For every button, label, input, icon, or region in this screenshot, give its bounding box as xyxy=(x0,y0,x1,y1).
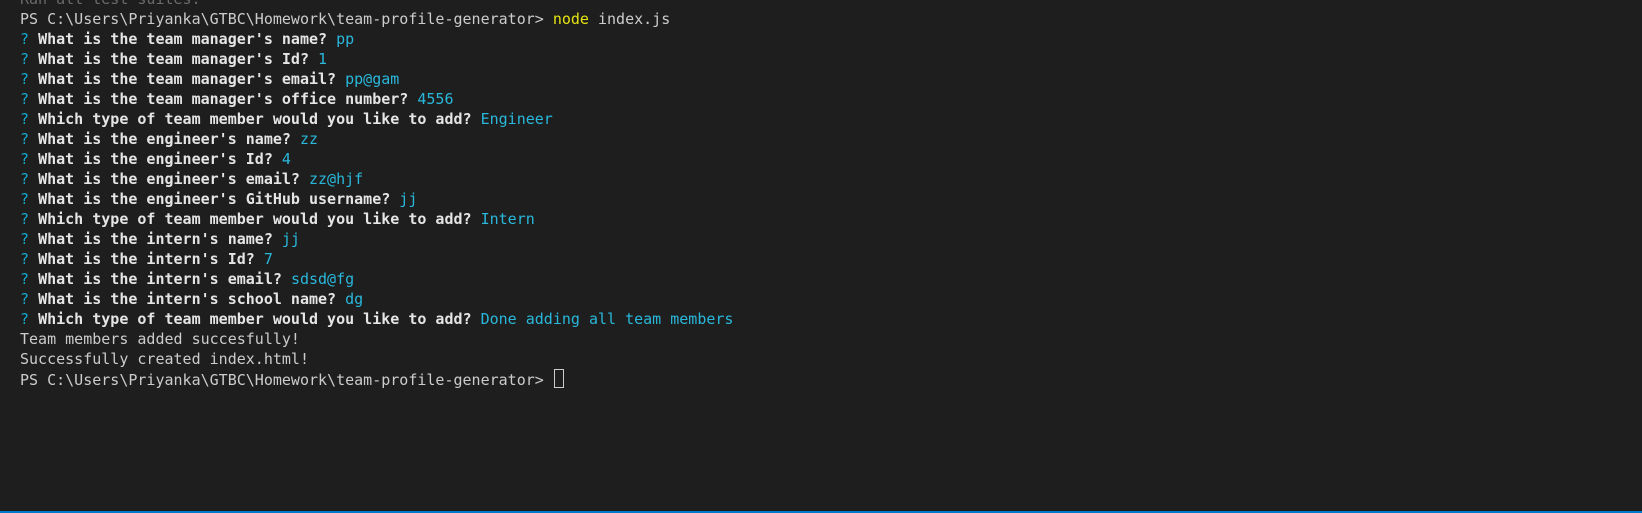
question-mark-icon: ? xyxy=(20,130,30,148)
prompt-answer: Done adding all team members xyxy=(480,310,734,328)
question-mark-icon: ? xyxy=(20,230,30,248)
prompt-answer: 7 xyxy=(263,250,273,268)
prompt-answer: pp xyxy=(336,30,355,48)
prompt-question: What is the intern's Id? xyxy=(38,250,255,268)
output-line: Successfully created index.html! xyxy=(20,350,309,368)
prompt-question: Which type of team member would you like… xyxy=(38,310,472,328)
prompt-answer: 1 xyxy=(318,50,328,68)
prompt-question: What is the team manager's email? xyxy=(38,70,337,88)
question-mark-icon: ? xyxy=(20,90,30,108)
prompt-answer: Engineer xyxy=(480,110,553,128)
question-mark-icon: ? xyxy=(20,310,30,328)
prompt-answer: pp@gam xyxy=(345,70,400,88)
shell-prompt: PS C:\Users\Priyanka\GTBC\Homework\team-… xyxy=(20,10,553,28)
question-mark-icon: ? xyxy=(20,270,30,288)
prompt-answer: 4556 xyxy=(417,90,454,108)
prompt-line: ? What is the team manager's Id? 1 xyxy=(20,49,1642,69)
question-mark-icon: ? xyxy=(20,70,30,88)
terminal-output: Ran all test suites. PS C:\Users\Priyank… xyxy=(20,0,1642,389)
prompt-answers: ? What is the team manager's name? pp? W… xyxy=(20,29,1642,329)
question-mark-icon: ? xyxy=(20,30,30,48)
question-mark-icon: ? xyxy=(20,190,30,208)
output-line: Team members added succesfully! xyxy=(20,330,300,348)
prompt-line: ? What is the engineer's name? zz xyxy=(20,129,1642,149)
prompt-question: Which type of team member would you like… xyxy=(38,210,472,228)
prompt-answer: zz@hjf xyxy=(309,170,364,188)
command-line: PS C:\Users\Priyanka\GTBC\Homework\team-… xyxy=(20,9,1642,29)
text-cursor[interactable] xyxy=(553,369,564,388)
prompt-answer: jj xyxy=(399,190,418,208)
prompt-answer: zz xyxy=(299,130,319,148)
prompt-line: ? What is the team manager's office numb… xyxy=(20,89,1642,109)
prompt-question: What is the intern's name? xyxy=(38,230,273,248)
prompt-line: ? What is the team manager's email? pp@g… xyxy=(20,69,1642,89)
prompt-line: ? Which type of team member would you li… xyxy=(20,209,1642,229)
prompt-question: What is the engineer's Id? xyxy=(38,150,273,168)
prompt-line: ? What is the intern's email? sdsd@fg xyxy=(20,269,1642,289)
prompt-question: What is the intern's school name? xyxy=(38,290,337,308)
current-prompt-line[interactable]: PS C:\Users\Priyanka\GTBC\Homework\team-… xyxy=(20,369,1642,389)
prompt-line: ? What is the intern's school name? dg xyxy=(20,289,1642,309)
prompt-answer: dg xyxy=(345,290,364,308)
question-mark-icon: ? xyxy=(20,110,30,128)
terminal-panel[interactable]: Ran all test suites. PS C:\Users\Priyank… xyxy=(0,0,1642,513)
prompt-answer: 4 xyxy=(281,150,291,168)
prompt-question: What is the team manager's name? xyxy=(38,30,328,48)
prompt-line: ? What is the engineer's GitHub username… xyxy=(20,189,1642,209)
prompt-line: ? Which type of team member would you li… xyxy=(20,109,1642,129)
command-name: node xyxy=(552,10,589,28)
prompt-line: ? Which type of team member would you li… xyxy=(20,309,1642,329)
question-mark-icon: ? xyxy=(20,150,30,168)
prompt-line: ? What is the team manager's name? pp xyxy=(20,29,1642,49)
prompt-answer: sdsd@fg xyxy=(290,270,355,288)
prompt-line: ? What is the engineer's email? zz@hjf xyxy=(20,169,1642,189)
prompt-question: What is the team manager's Id? xyxy=(38,50,309,68)
prompt-question: What is the engineer's email? xyxy=(38,170,300,188)
prompt-answer: jj xyxy=(281,230,300,248)
prompt-line: ? What is the engineer's Id? 4 xyxy=(20,149,1642,169)
prompt-question: What is the engineer's name? xyxy=(38,130,291,148)
question-mark-icon: ? xyxy=(20,170,30,188)
prompt-answer: Intern xyxy=(480,210,535,228)
prompt-question: Which type of team member would you like… xyxy=(38,110,472,128)
prompt-question: What is the intern's email? xyxy=(38,270,282,288)
prompt-question: What is the team manager's office number… xyxy=(38,90,409,108)
previous-output-line: Ran all test suites. xyxy=(20,0,1642,9)
prompt-line: ? What is the intern's Id? 7 xyxy=(20,249,1642,269)
prompt-line: ? What is the intern's name? jj xyxy=(20,229,1642,249)
question-mark-icon: ? xyxy=(20,210,30,228)
question-mark-icon: ? xyxy=(20,250,30,268)
question-mark-icon: ? xyxy=(20,290,30,308)
shell-prompt: PS C:\Users\Priyanka\GTBC\Homework\team-… xyxy=(20,371,553,389)
command-args: index.js xyxy=(588,10,671,28)
question-mark-icon: ? xyxy=(20,50,30,68)
prompt-question: What is the engineer's GitHub username? xyxy=(38,190,391,208)
